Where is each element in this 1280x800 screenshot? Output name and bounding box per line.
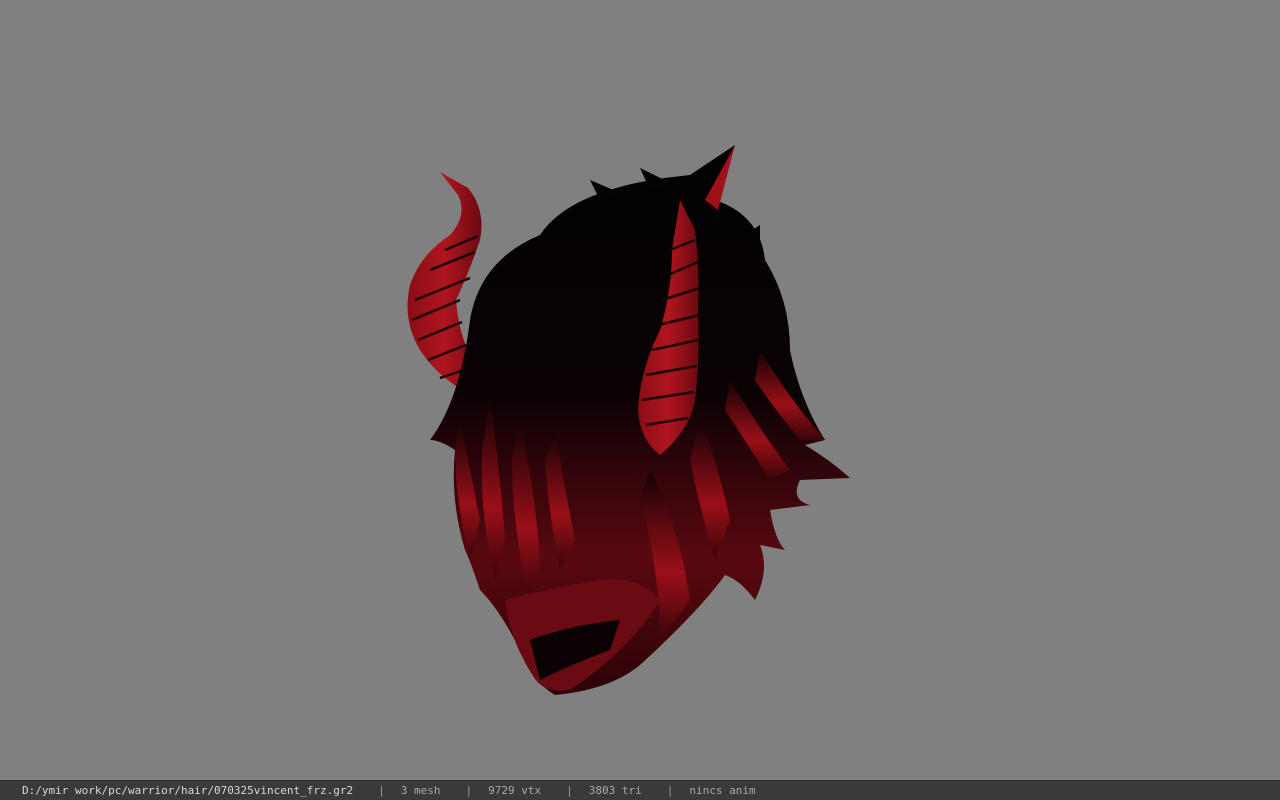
- hair-model-render: [407, 145, 850, 695]
- file-path: D:/ymir work/pc/warrior/hair/070325vince…: [22, 784, 354, 797]
- status-bar: D:/ymir work/pc/warrior/hair/070325vince…: [0, 780, 1280, 800]
- triangle-count: 3803 tri: [588, 784, 642, 797]
- animation-status: nincs anim: [689, 784, 756, 797]
- mesh-count: 3 mesh: [400, 784, 441, 797]
- separator: |: [666, 784, 674, 797]
- separator: |: [465, 784, 473, 797]
- 3d-viewport[interactable]: [0, 0, 1280, 780]
- vertex-count: 9729 vtx: [488, 784, 542, 797]
- separator: |: [378, 784, 385, 797]
- separator: |: [566, 784, 573, 797]
